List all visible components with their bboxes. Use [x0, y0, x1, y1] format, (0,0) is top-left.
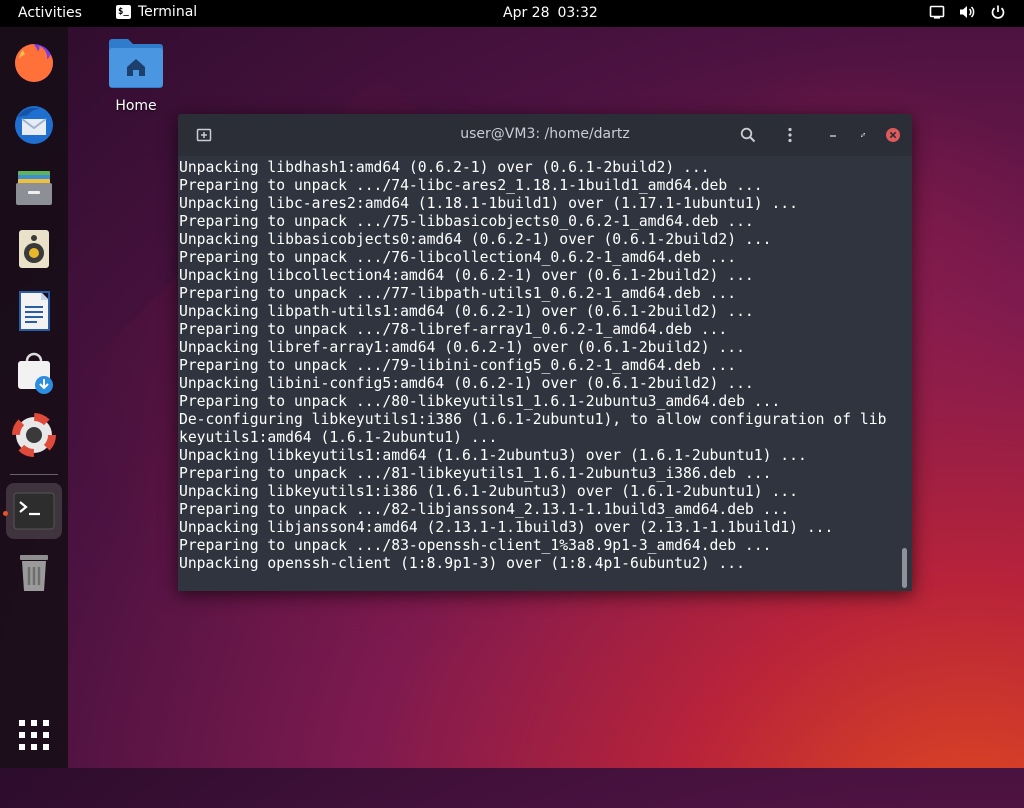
clock[interactable]: Apr 28 03:32 — [503, 5, 598, 21]
writer-icon[interactable] — [6, 283, 62, 339]
app-menu[interactable]: $_ Terminal — [116, 4, 197, 20]
terminal-line: Unpacking libbasicobjects0:amd64 (0.6.2-… — [179, 231, 772, 248]
top-bar: Activities $_ Terminal Apr 28 03:32 — [0, 0, 1024, 27]
terminal-small-icon: $_ — [116, 5, 131, 19]
trash-icon[interactable] — [6, 545, 62, 601]
firefox-icon[interactable] — [6, 35, 62, 91]
files-icon[interactable] — [6, 159, 62, 215]
terminal-line: Preparing to unpack .../83-openssh-clien… — [179, 537, 772, 554]
close-button[interactable] — [881, 123, 905, 147]
terminal-line: Unpacking libkeyutils1:amd64 (1.6.1-2ubu… — [179, 447, 807, 464]
terminal-line: Preparing to unpack .../75-libbasicobjec… — [179, 213, 754, 230]
terminal-output[interactable]: Unpacking libdhash1:amd64 (0.6.2-1) over… — [178, 156, 912, 591]
terminal-line: Preparing to unpack .../77-libpath-utils… — [179, 285, 737, 302]
maximize-icon — [861, 133, 865, 137]
terminal-line: Unpacking libc-ares2:amd64 (1.18.1-1buil… — [179, 195, 798, 212]
terminal-line: Unpacking libcollection4:amd64 (0.6.2-1)… — [179, 267, 754, 284]
volume-icon[interactable] — [959, 4, 976, 20]
terminal-window: user@VM3: /home/dartz Unpacking libdhash… — [178, 114, 912, 591]
terminal-line: De-configuring libkeyutils1:i386 (1.6.1-… — [179, 411, 887, 428]
search-button[interactable] — [736, 123, 760, 147]
search-icon — [740, 127, 756, 143]
terminal-line: Unpacking openssh-client (1:8.9p1-3) ove… — [179, 555, 745, 572]
thunderbird-icon[interactable] — [6, 97, 62, 153]
close-icon — [886, 128, 900, 142]
terminal-line: Unpacking libref-array1:amd64 (0.6.2-1) … — [179, 339, 745, 356]
app-grid-icon[interactable] — [6, 707, 62, 763]
terminal-line: Unpacking libkeyutils1:i386 (1.6.1-2ubun… — [179, 483, 798, 500]
maximize-button[interactable] — [851, 123, 875, 147]
terminal-line: Unpacking libpath-utils1:amd64 (0.6.2-1)… — [179, 303, 754, 320]
terminal-line: Preparing to unpack .../79-libini-config… — [179, 357, 737, 374]
system-tray[interactable] — [929, 4, 1006, 20]
app-menu-label: Terminal — [138, 4, 198, 20]
help-icon[interactable] — [6, 407, 62, 463]
minimize-button[interactable] — [821, 123, 845, 147]
clock-time: 03:32 — [557, 5, 598, 21]
terminal-line: Unpacking libdhash1:amd64 (0.6.2-1) over… — [179, 159, 710, 176]
kebab-menu-icon — [788, 127, 792, 143]
terminal-line: Preparing to unpack .../82-libjansson4_2… — [179, 501, 790, 518]
dock — [0, 27, 68, 768]
terminal-line: Preparing to unpack .../80-libkeyutils1_… — [179, 393, 781, 410]
power-icon[interactable] — [990, 4, 1006, 20]
terminal-line: Unpacking libini-config5:amd64 (0.6.2-1)… — [179, 375, 754, 392]
terminal-line: Unpacking libjansson4:amd64 (2.13.1-1.1b… — [179, 519, 834, 536]
terminal-titlebar[interactable]: user@VM3: /home/dartz — [178, 114, 912, 156]
terminal-line: Preparing to unpack .../81-libkeyutils1_… — [179, 465, 772, 482]
terminal-icon[interactable] — [6, 483, 62, 539]
screen-icon[interactable] — [929, 4, 945, 20]
running-indicator — [3, 511, 8, 516]
software-icon[interactable] — [6, 345, 62, 401]
minimize-icon — [830, 135, 836, 137]
menu-button[interactable] — [778, 123, 802, 147]
scrollbar-thumb[interactable] — [902, 548, 907, 588]
dock-separator — [10, 474, 58, 475]
terminal-line: Preparing to unpack .../78-libref-array1… — [179, 321, 728, 338]
terminal-line: keyutils1:amd64 (1.6.1-2ubuntu1) ... — [179, 429, 498, 446]
home-folder-icon — [109, 39, 163, 88]
clock-date: Apr 28 — [503, 5, 550, 21]
desktop-home[interactable]: Home — [101, 36, 171, 114]
activities-button[interactable]: Activities — [18, 5, 82, 21]
rhythmbox-icon[interactable] — [6, 221, 62, 277]
home-label: Home — [115, 98, 157, 114]
terminal-line: Preparing to unpack .../76-libcollection… — [179, 249, 737, 266]
terminal-lines: Unpacking libdhash1:amd64 (0.6.2-1) over… — [179, 159, 886, 573]
terminal-line: Preparing to unpack .../74-libc-ares2_1.… — [179, 177, 763, 194]
